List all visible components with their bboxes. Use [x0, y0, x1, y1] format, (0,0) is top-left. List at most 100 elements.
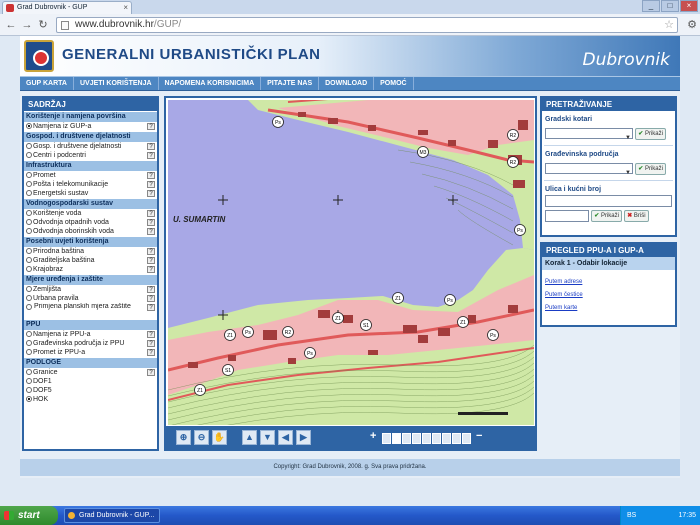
layer-item[interactable]: Namjena iz GUP-a?	[24, 122, 157, 131]
close-window-icon[interactable]: ×	[680, 0, 698, 12]
layer-radio[interactable]	[26, 369, 32, 376]
pan-right-button[interactable]: ▶	[296, 430, 311, 445]
maximize-icon[interactable]: □	[661, 0, 679, 12]
back-icon[interactable]: ←	[4, 18, 18, 32]
layer-item[interactable]: Gosp. i društvene djelatnosti?	[24, 142, 157, 151]
map-canvas[interactable]: Ps M3 R2 R2 Ps Ps Z1 Z1 S1 Z1 R2 Z1 Ps Ps Ps Z1 S1 U. SU…	[168, 100, 534, 425]
layer-item[interactable]: Građevinska područja iz PPU?	[24, 339, 157, 348]
help-icon[interactable]: ?	[147, 369, 155, 376]
layer-item[interactable]: Odvodnja oborinskih voda?	[24, 227, 157, 236]
layer-radio[interactable]	[26, 378, 32, 385]
start-button[interactable]: start	[0, 506, 58, 525]
taskbar-browser-item[interactable]: Grad Dubrovnik - GUP...	[64, 508, 160, 523]
layer-item[interactable]: Energetski sustav?	[24, 189, 157, 198]
layer-radio[interactable]	[26, 190, 32, 197]
pan-up-button[interactable]: ▲	[242, 430, 257, 445]
help-icon[interactable]: ?	[147, 152, 155, 159]
menu-uvjeti-koristenja[interactable]: UVJETI KORIŠTENJA	[74, 77, 159, 90]
zoom-level-step[interactable]	[422, 433, 431, 444]
podrucja-select[interactable]	[545, 163, 633, 181]
house-number-input[interactable]	[545, 209, 589, 222]
layer-radio[interactable]	[26, 340, 32, 347]
help-icon[interactable]: ?	[147, 331, 155, 338]
layer-radio[interactable]	[26, 286, 32, 293]
layer-radio[interactable]	[26, 331, 32, 338]
layer-radio[interactable]	[26, 396, 32, 403]
layer-item[interactable]: DOF5	[24, 386, 157, 395]
help-icon[interactable]: ?	[147, 123, 155, 130]
help-icon[interactable]: ?	[147, 248, 155, 255]
ulica-prikazi-button[interactable]: ✔ Prikaži	[591, 209, 622, 222]
reload-icon[interactable]: ↻	[36, 18, 50, 32]
help-icon[interactable]: ?	[147, 228, 155, 235]
zoom-level-step[interactable]	[432, 433, 441, 444]
layer-item[interactable]: Primjena planskih mjera zaštite?	[24, 303, 157, 319]
kotari-prikazi-button[interactable]: ✔ Prikaži	[635, 127, 666, 140]
zoom-plus-button[interactable]: +	[370, 430, 376, 442]
help-icon[interactable]: ?	[147, 172, 155, 179]
layer-item[interactable]: Namjena iz PPU-a?	[24, 330, 157, 339]
street-input[interactable]	[545, 195, 672, 207]
layer-item[interactable]: Zemljišta?	[24, 285, 157, 294]
star-icon[interactable]: ☆	[664, 18, 674, 32]
layer-item[interactable]: Urbana pravila?	[24, 294, 157, 303]
zoom-level-step[interactable]	[442, 433, 451, 444]
podrucja-prikazi-button[interactable]: ✔ Prikaži	[635, 162, 666, 175]
link-putem-adrese[interactable]: Putem adrese	[542, 276, 675, 288]
help-icon[interactable]: ?	[147, 340, 155, 347]
layer-radio[interactable]	[26, 152, 32, 159]
help-icon[interactable]: ?	[147, 181, 155, 188]
layer-item[interactable]: HOK	[24, 395, 157, 404]
zoom-out-icon[interactable]: ⊖	[194, 430, 209, 445]
brisi-button[interactable]: ✖ Briši	[624, 209, 649, 222]
forward-icon[interactable]: →	[20, 18, 34, 32]
help-icon[interactable]: ?	[147, 266, 155, 273]
menu-pitajte-nas[interactable]: PITAJTE NAS	[261, 77, 320, 90]
help-icon[interactable]: ?	[147, 210, 155, 217]
zoom-level-step[interactable]	[462, 433, 471, 444]
browser-tab[interactable]: Grad Dubrovnik - GUP ×	[2, 1, 132, 14]
layer-radio[interactable]	[26, 304, 32, 310]
zoom-level-step[interactable]	[402, 433, 411, 444]
kotari-select[interactable]	[545, 128, 633, 146]
pan-down-button[interactable]: ▼	[260, 430, 275, 445]
layer-radio[interactable]	[26, 295, 32, 302]
layer-radio[interactable]	[26, 219, 32, 226]
zoom-minus-button[interactable]: −	[476, 430, 482, 442]
help-icon[interactable]: ?	[147, 219, 155, 226]
layer-item[interactable]: Promet iz PPU-a?	[24, 348, 157, 357]
help-icon[interactable]: ?	[147, 349, 155, 356]
pan-left-button[interactable]: ◀	[278, 430, 293, 445]
menu-gup-karta[interactable]: GUP KARTA	[20, 77, 74, 90]
layer-item[interactable]: Odvodnja otpadnih voda?	[24, 218, 157, 227]
layer-radio[interactable]	[26, 387, 32, 394]
layer-radio[interactable]	[26, 172, 32, 179]
layer-item[interactable]: Promet?	[24, 171, 157, 180]
link-putem-cestice[interactable]: Putem čestice	[542, 289, 675, 301]
menu-pomoc[interactable]: POMOĆ	[374, 77, 414, 90]
layer-radio[interactable]	[26, 248, 32, 255]
menu-download[interactable]: DOWNLOAD	[319, 77, 375, 90]
minimize-icon[interactable]: _	[642, 0, 660, 12]
hand-icon[interactable]: ✋	[212, 430, 227, 445]
layer-item[interactable]: Graditeljska baština?	[24, 256, 157, 265]
help-icon[interactable]: ?	[147, 257, 155, 264]
layer-item[interactable]: Korištenje voda?	[24, 209, 157, 218]
help-icon[interactable]: ?	[147, 295, 155, 302]
layer-radio[interactable]	[26, 123, 32, 130]
help-icon[interactable]: ?	[147, 304, 155, 311]
layer-radio[interactable]	[26, 181, 32, 188]
zoom-level-step[interactable]	[392, 433, 401, 444]
link-putem-karte[interactable]: Putem karte	[542, 302, 675, 314]
help-icon[interactable]: ?	[147, 143, 155, 150]
layer-radio[interactable]	[26, 266, 32, 273]
layer-radio[interactable]	[26, 228, 32, 235]
layer-item[interactable]: Pošta i telekomunikacije?	[24, 180, 157, 189]
address-bar[interactable]: www.dubrovnik.hr/GUP/ ☆	[56, 17, 678, 33]
close-tab-icon[interactable]: ×	[123, 2, 128, 14]
zoom-level-step[interactable]	[382, 433, 391, 444]
wrench-icon[interactable]: ⚙	[687, 18, 697, 31]
help-icon[interactable]: ?	[147, 286, 155, 293]
layer-item[interactable]: Prirodna baština?	[24, 247, 157, 256]
layer-radio[interactable]	[26, 257, 32, 264]
